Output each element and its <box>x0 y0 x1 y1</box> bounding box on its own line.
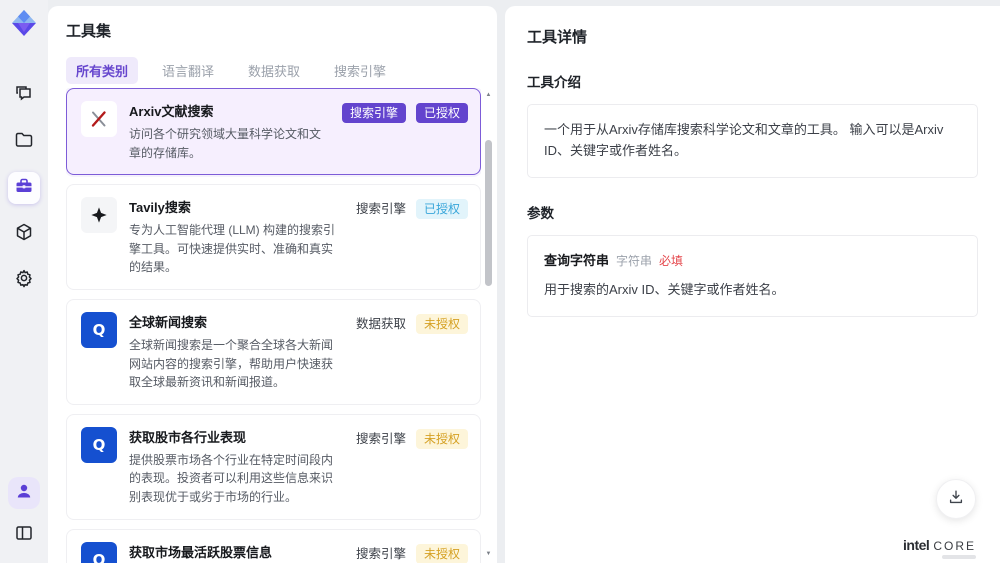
scroll-up-arrow[interactable]: ▲ <box>485 92 492 98</box>
brand-word-core: core <box>933 539 976 553</box>
arxiv-icon <box>81 101 117 137</box>
category-label: 搜索引擎 <box>355 546 406 561</box>
tool-description: 全球新闻搜索是一个聚合全球各大新闻网站内容的搜索引擎，帮助用户快速获取全球最新资… <box>129 337 334 390</box>
tool-name: 获取股市各行业表现 <box>129 429 247 445</box>
scroll-down-arrow[interactable]: ▼ <box>485 551 492 557</box>
scrollbar-thumb[interactable] <box>485 140 492 286</box>
params-section-title: 参数 <box>527 205 554 221</box>
sidebar-item-packages[interactable] <box>8 218 40 250</box>
tool-list-panel: 工具集 所有类别 语言翻译 数据获取 搜索引擎 Arxiv文献搜索 访问各个研究… <box>48 6 497 563</box>
tool-card-most-active-stocks[interactable]: Q 获取市场最活跃股票信息 提供当天交易量最高的股票列表，投资者可以利用这些信息… <box>66 528 481 563</box>
auth-status-badge: 已授权 <box>415 103 468 123</box>
tab-language-translation[interactable]: 语言翻译 <box>152 57 224 84</box>
auth-status-badge: 未授权 <box>415 543 468 563</box>
intel-core-logo: intel core <box>903 537 976 553</box>
chat-icon <box>14 84 34 109</box>
sidebar-item-chat[interactable] <box>8 80 40 112</box>
left-rail <box>0 0 48 563</box>
tool-detail-panel: 工具详情 工具介绍 一个用于从Arxiv存储库搜索科学论文和文章的工具。 输入可… <box>505 6 1000 563</box>
category-tabs: 所有类别 语言翻译 数据获取 搜索引擎 <box>66 57 497 84</box>
cube-icon <box>14 222 34 247</box>
category-label: 搜索引擎 <box>355 202 406 217</box>
news-search-app-icon: Q <box>81 311 117 348</box>
category-label: 数据获取 <box>355 316 406 331</box>
sidebar-item-settings[interactable] <box>8 264 40 296</box>
intro-box: 一个用于从Arxiv存储库搜索科学论文和文章的工具。 输入可以是Arxiv ID… <box>527 104 978 178</box>
tool-card-arxiv[interactable]: Arxiv文献搜索 访问各个研究领域大量科学论文和文章的存储库。 搜索引擎 已授… <box>66 88 481 176</box>
auth-status-badge: 未授权 <box>415 428 468 449</box>
sidebar-item-files[interactable] <box>8 126 40 158</box>
param-description: 用于搜索的Arxiv ID、关键字或作者姓名。 <box>544 282 785 298</box>
finance-app-icon: Q <box>81 426 117 463</box>
download-button[interactable] <box>936 479 976 519</box>
tool-card-sector-performance[interactable]: Q 获取股市各行业表现 提供股票市场各个行业在特定时间段内的表现。投资者可以利用… <box>66 413 481 520</box>
panel-toggle-button[interactable] <box>8 519 40 551</box>
download-icon <box>947 488 965 511</box>
finance-app-icon: Q <box>81 541 117 563</box>
tool-card-global-news[interactable]: Q 全球新闻搜索 全球新闻搜索是一个聚合全球各大新闻网站内容的搜索引擎，帮助用户… <box>66 298 481 405</box>
brand-sub-mark <box>942 555 976 559</box>
user-icon <box>15 482 33 505</box>
tab-search-engine[interactable]: 搜索引擎 <box>324 57 396 84</box>
tool-card-tavily[interactable]: Tavily搜索 专为人工智能代理 (LLM) 构建的搜索引擎工具。可快速提供实… <box>66 184 481 290</box>
tool-name: Arxiv文献搜索 <box>129 104 214 119</box>
param-name: 查询字符串 <box>544 252 610 268</box>
tab-all-categories[interactable]: 所有类别 <box>66 57 139 84</box>
sidebar-item-tools[interactable] <box>8 172 40 204</box>
auth-status-badge: 未授权 <box>415 313 468 334</box>
tool-name: 获取市场最活跃股票信息 <box>129 544 273 560</box>
user-avatar-button[interactable] <box>8 477 40 509</box>
tool-description: 专为人工智能代理 (LLM) 构建的搜索引擎工具。可快速提供实时、准确和真实的结… <box>129 223 336 275</box>
category-label: 搜索引擎 <box>355 431 406 446</box>
param-required-flag: 必填 <box>659 253 684 268</box>
page-title: 工具集 <box>66 23 112 40</box>
tool-name: Tavily搜索 <box>129 200 191 216</box>
tool-description: 访问各个研究领域大量科学论文和文章的存储库。 <box>129 127 322 160</box>
tool-description: 提供股票市场各个行业在特定时间段内的表现。投资者可以利用这些信息来识别表现优于或… <box>129 452 334 504</box>
folder-icon <box>14 130 34 155</box>
list-scrollbar[interactable]: ▲ ▼ <box>484 90 493 559</box>
intro-section-title: 工具介绍 <box>527 75 581 90</box>
toolbox-icon <box>14 176 34 201</box>
detail-title: 工具详情 <box>527 29 588 46</box>
app-logo[interactable] <box>9 8 39 38</box>
param-type: 字符串 <box>616 253 653 268</box>
sidebar-layout-icon <box>14 523 34 548</box>
tavily-star-icon <box>81 197 117 234</box>
auth-status-badge: 已授权 <box>415 199 468 220</box>
tab-data-fetch[interactable]: 数据获取 <box>238 57 310 84</box>
tool-card-list: Arxiv文献搜索 访问各个研究领域大量科学论文和文章的存储库。 搜索引擎 已授… <box>66 88 481 563</box>
category-badge: 搜索引擎 <box>341 103 406 123</box>
brand-word-intel: intel <box>903 537 930 553</box>
gear-icon <box>14 268 34 293</box>
param-box: 查询字符串 字符串 必填 用于搜索的Arxiv ID、关键字或作者姓名。 <box>527 234 978 318</box>
tool-name: 全球新闻搜索 <box>129 314 208 330</box>
